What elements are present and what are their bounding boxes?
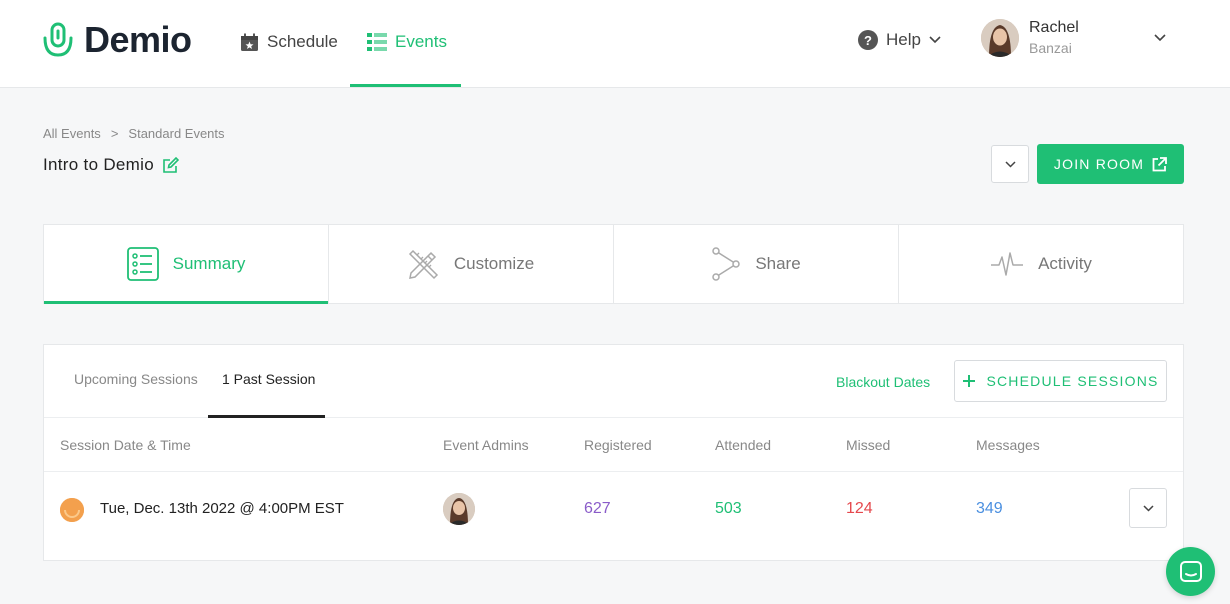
session-status-icon [60, 498, 84, 522]
edit-icon[interactable] [162, 156, 179, 174]
tab-activity[interactable]: Activity [899, 225, 1183, 303]
sessions-subtabs: Upcoming Sessions 1 Past Session Blackou… [44, 345, 1183, 418]
user-menu[interactable]: Rachel Banzai [981, 18, 1079, 58]
messages-count: 349 [976, 500, 1003, 517]
schedule-sessions-label: SCHEDULE SESSIONS [986, 373, 1159, 389]
nav-active-indicator [350, 84, 461, 87]
tab-share[interactable]: Share [614, 225, 899, 303]
tab-share-label: Share [755, 254, 801, 273]
admin-avatar [443, 493, 475, 525]
nav-events-label: Events [395, 32, 447, 51]
table-row[interactable]: Tue, Dec. 13th 2022 @ 4:00PM EST 627 503… [44, 472, 1183, 546]
share-icon [712, 247, 741, 281]
attended-count: 503 [715, 500, 742, 517]
user-last-name: Banzai [1029, 40, 1072, 56]
chat-icon [1179, 560, 1202, 582]
event-tabs: Summary Customize Share Activity [43, 224, 1184, 304]
chevron-down-icon [1004, 160, 1016, 168]
table-list-icon [367, 33, 387, 51]
chevron-down-icon [1142, 504, 1154, 512]
breadcrumb: All Events > Standard Events [43, 126, 225, 141]
logo-text: Demio [84, 19, 192, 60]
col-missed: Missed [846, 437, 891, 453]
help-label: Help [886, 30, 921, 49]
breadcrumb-standard-events[interactable]: Standard Events [128, 126, 224, 141]
list-icon [126, 247, 159, 281]
help-menu[interactable]: ? Help [858, 30, 941, 50]
sessions-table-header: Session Date & Time Event Admins Registe… [44, 418, 1183, 472]
row-options-dropdown[interactable] [1129, 488, 1167, 528]
nav-events[interactable]: Events [367, 30, 447, 54]
blackout-dates-link[interactable]: Blackout Dates [836, 374, 930, 390]
col-session-date: Session Date & Time [60, 437, 191, 453]
tab-customize-label: Customize [453, 254, 535, 273]
demio-logo[interactable]: Demio [42, 22, 192, 58]
tab-summary-label: Summary [172, 254, 246, 273]
chat-button[interactable] [1166, 547, 1215, 596]
user-first-name: Rachel [1029, 19, 1079, 36]
registered-count: 627 [584, 500, 611, 517]
join-room-button[interactable]: JOIN ROOM [1037, 144, 1184, 184]
nav-schedule-label: Schedule [267, 32, 338, 51]
tab-past-sessions[interactable]: 1 Past Session [222, 371, 315, 387]
top-bar: Demio Schedule Events ? Help Rachel Banz… [0, 0, 1230, 88]
tab-customize[interactable]: Customize [329, 225, 614, 303]
missed-count: 124 [846, 500, 873, 517]
tab-activity-label: Activity [1038, 254, 1092, 273]
demio-mic-icon [43, 22, 73, 57]
tab-summary[interactable]: Summary [44, 225, 329, 304]
col-attended: Attended [715, 437, 772, 453]
user-chevron-down-icon[interactable] [1153, 33, 1167, 42]
col-messages: Messages [976, 437, 1040, 453]
external-link-icon [1152, 156, 1167, 171]
help-icon: ? [858, 30, 878, 50]
event-title-text: Intro to Demio [43, 155, 154, 174]
col-registered: Registered [584, 437, 652, 453]
col-event-admins: Event Admins [443, 437, 529, 453]
pulse-icon [991, 252, 1024, 276]
join-room-label: JOIN ROOM [1053, 156, 1145, 172]
page-title: Intro to Demio [43, 155, 179, 175]
breadcrumb-separator: > [110, 126, 119, 141]
calendar-star-icon [241, 33, 258, 51]
nav-schedule[interactable]: Schedule [240, 30, 338, 54]
schedule-sessions-button[interactable]: SCHEDULE SESSIONS [954, 360, 1167, 402]
session-date: Tue, Dec. 13th 2022 @ 4:00PM EST [100, 500, 344, 517]
breadcrumb-all-events[interactable]: All Events [43, 126, 101, 141]
event-options-dropdown[interactable] [991, 145, 1029, 183]
plus-icon [963, 375, 976, 387]
avatar [981, 19, 1019, 57]
tab-upcoming-sessions[interactable]: Upcoming Sessions [74, 371, 198, 387]
chevron-down-icon [929, 36, 941, 44]
sessions-card: Upcoming Sessions 1 Past Session Blackou… [43, 344, 1184, 561]
pencil-ruler-icon [408, 249, 438, 280]
